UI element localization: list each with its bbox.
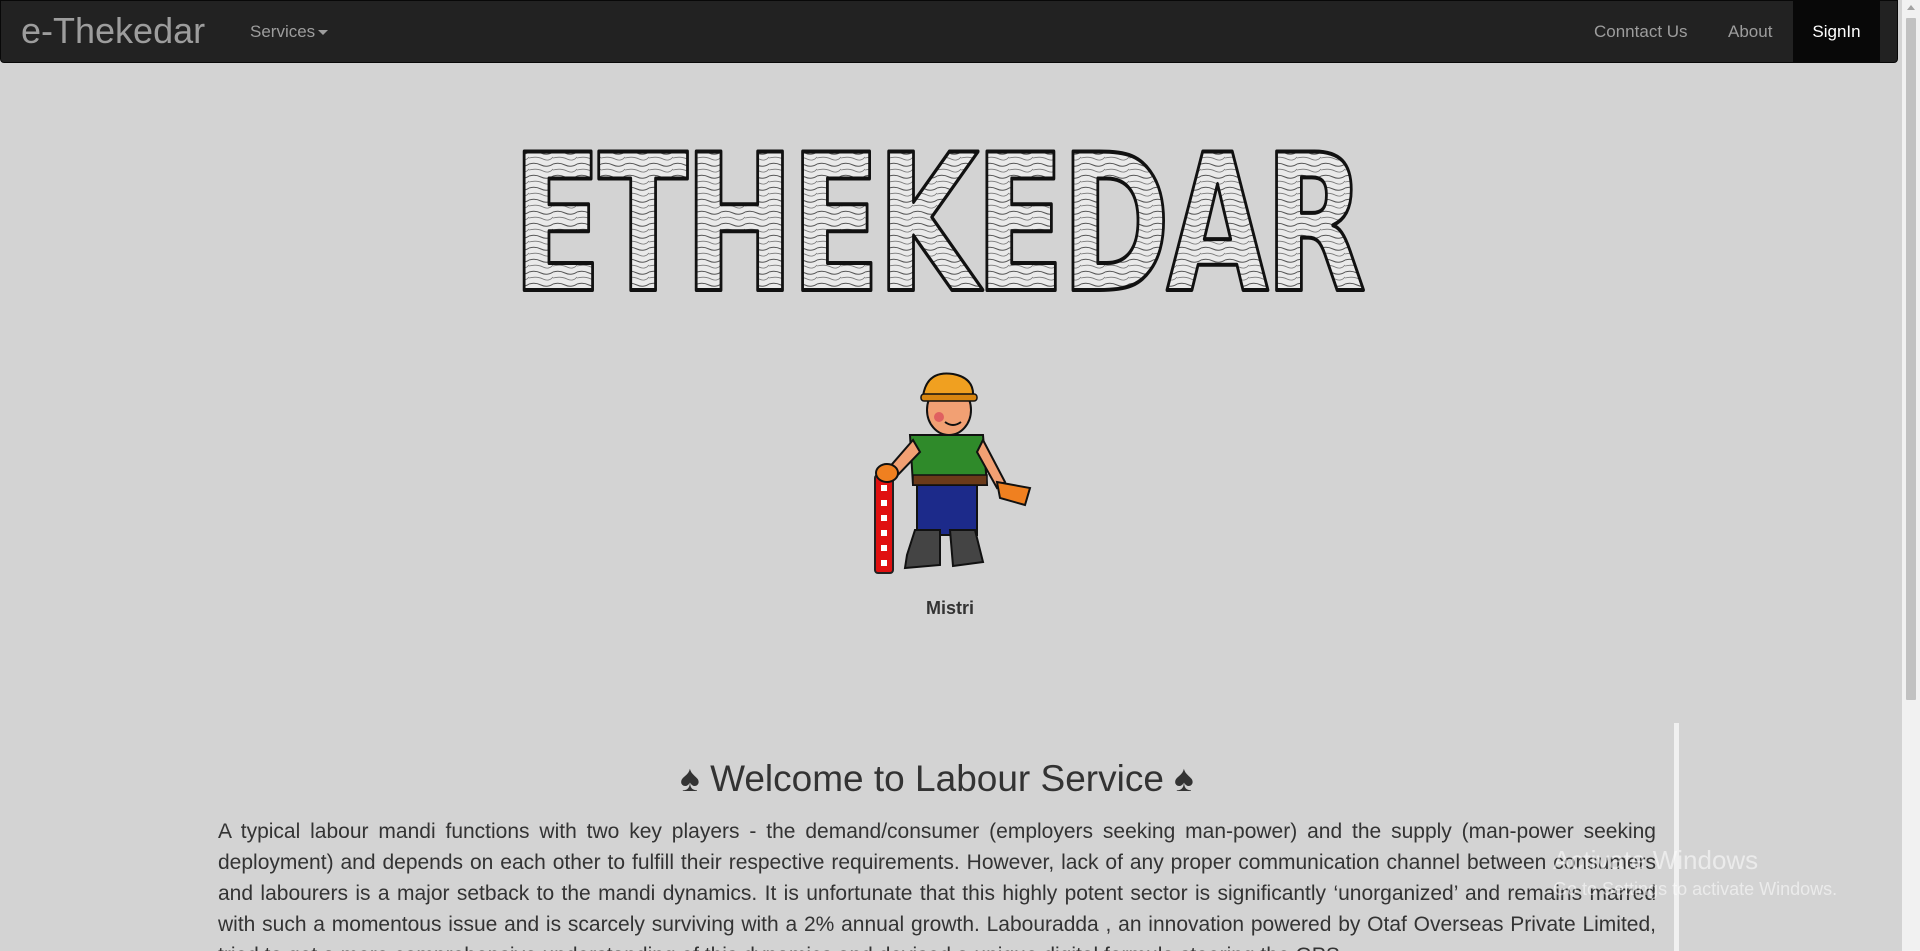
worker-illustration <box>874 372 1032 574</box>
activate-windows-subtitle: Go to Settings to activate Windows. <box>1553 879 1838 899</box>
services-label: Services <box>250 22 316 41</box>
scroll-thumb[interactable] <box>1906 18 1916 700</box>
scroll-up-icon[interactable] <box>1907 5 1915 10</box>
nav-about-link[interactable]: About <box>1728 1 1772 63</box>
caret-down-icon <box>318 30 329 36</box>
welcome-heading: ♠ Welcome to Labour Service ♠ <box>680 758 1194 799</box>
vertical-scrollbar[interactable] <box>1902 0 1920 951</box>
worker-caption: Mistri <box>925 598 974 618</box>
nav-contact-link[interactable]: Conntact Us <box>1594 1 1688 63</box>
nav-signin-link[interactable]: SignIn <box>1793 1 1880 63</box>
top-navbar: e-Thekedar Services Conntact Us About Si… <box>0 0 1898 63</box>
services-dropdown[interactable]: Services <box>250 21 329 43</box>
ethekedar-logo: ETHEKEDAR <box>510 125 1370 305</box>
activate-windows-title: Activate Windows <box>1553 845 1759 875</box>
intro-paragraph: A typical labour mandi functions with tw… <box>218 820 1656 951</box>
logo-text: ETHEKEDAR <box>512 125 1364 305</box>
page: e-Thekedar Services Conntact Us About Si… <box>0 0 1920 951</box>
overlay-strip <box>1674 723 1679 951</box>
brand-link[interactable]: e-Thekedar <box>21 11 205 51</box>
